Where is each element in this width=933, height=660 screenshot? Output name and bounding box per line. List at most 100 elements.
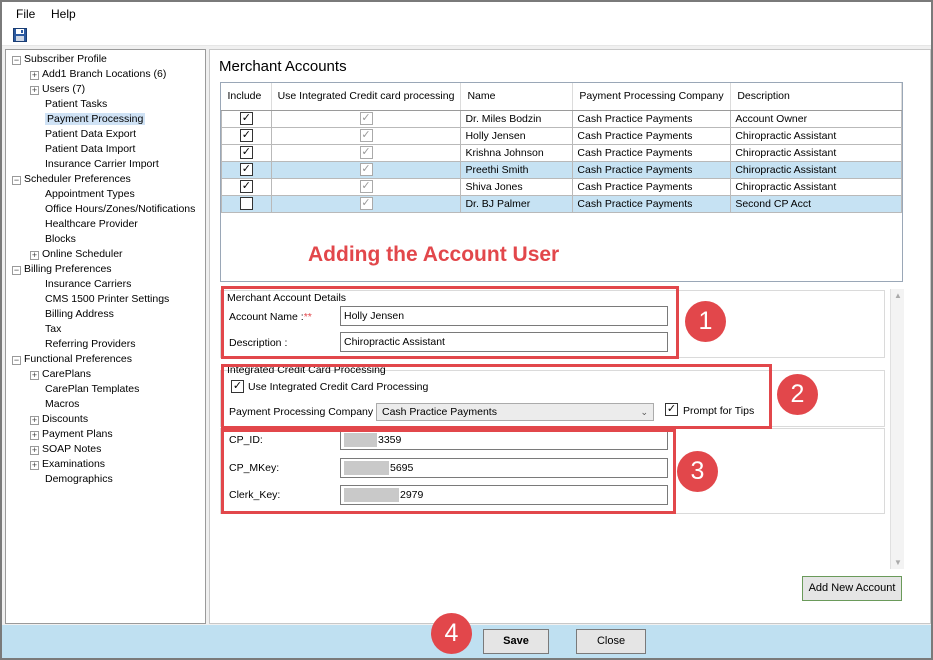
tree-item[interactable]: − Scheduler Preferences (12, 172, 131, 186)
description-cell[interactable]: Chiropractic Assistant (730, 177, 902, 196)
tree-item[interactable]: + Discounts (30, 412, 88, 426)
name-cell[interactable]: Preethi Smith (460, 160, 574, 179)
name-cell[interactable]: Dr. BJ Palmer (460, 194, 574, 213)
expand-icon[interactable]: + (30, 251, 39, 260)
integrated-cell: ✓ (270, 160, 462, 179)
integrated-cell: ✓ (270, 177, 462, 196)
tree-item[interactable]: Payment Processing (45, 112, 146, 126)
expand-icon[interactable]: + (30, 446, 39, 455)
badge-3: 3 (677, 451, 718, 492)
expand-icon[interactable]: + (30, 86, 39, 95)
include-checkbox[interactable]: ✓ (239, 129, 253, 142)
tree-item[interactable]: Healthcare Provider (45, 217, 138, 231)
name-cell[interactable]: Shiva Jones (460, 177, 574, 196)
description-cell[interactable]: Chiropractic Assistant (730, 160, 902, 179)
company-cell[interactable]: Cash Practice Payments (572, 177, 732, 196)
tree-item[interactable]: + Online Scheduler (30, 247, 123, 261)
annotation-title: Adding the Account User (308, 243, 560, 266)
include-checkbox[interactable]: ✓ (239, 180, 253, 193)
column-header-company[interactable]: Payment Processing Company (572, 83, 732, 111)
tree-item[interactable]: Insurance Carrier Import (45, 157, 159, 171)
tree-item[interactable]: Blocks (45, 232, 76, 246)
tree-item[interactable]: Billing Address (45, 307, 114, 321)
add-new-account-button[interactable]: Add New Account (802, 576, 902, 601)
table-row[interactable]: ✓ ✓ Dr. Miles Bodzin Cash Practice Payments… (221, 109, 902, 128)
tree-item[interactable]: + Examinations (30, 457, 105, 471)
column-header-include[interactable]: Include (221, 83, 272, 111)
tree-item[interactable]: Macros (45, 397, 79, 411)
company-cell[interactable]: Cash Practice Payments (572, 194, 732, 213)
tree-item-label: Scheduler Preferences (24, 173, 131, 185)
table-row[interactable]: ✓ ✓ Holly Jensen Cash Practice Payments Chir… (221, 126, 902, 145)
floppy-disk-icon[interactable] (13, 28, 27, 42)
tree-item[interactable]: Insurance Carriers (45, 277, 131, 291)
tree-item[interactable]: + Payment Plans (30, 427, 113, 441)
tree-item[interactable]: + SOAP Notes (30, 442, 101, 456)
menu-help[interactable]: Help (51, 7, 76, 21)
include-checkbox[interactable]: ✓ (239, 112, 253, 125)
close-button[interactable]: Close (576, 629, 646, 654)
tree-item-label: Billing Preferences (24, 263, 112, 275)
name-cell[interactable]: Holly Jensen (460, 126, 574, 145)
name-cell[interactable]: Dr. Miles Bodzin (460, 109, 574, 128)
annotation-box-2 (221, 364, 772, 429)
include-checkbox[interactable]: ✓ (239, 163, 253, 176)
tree-item-label: Examinations (42, 458, 106, 470)
tree-item[interactable]: − Functional Preferences (12, 352, 132, 366)
expand-icon[interactable]: + (30, 461, 39, 470)
tree-item[interactable]: Office Hours/Zones/Notifications (45, 202, 195, 216)
description-cell[interactable]: Chiropractic Assistant (730, 126, 902, 145)
company-cell[interactable]: Cash Practice Payments (572, 109, 732, 128)
toolbar (2, 24, 931, 46)
form-scrollbar[interactable]: ▲ ▼ (890, 289, 904, 569)
tree-item[interactable]: + Users (7) (30, 82, 85, 96)
company-cell[interactable]: Cash Practice Payments (572, 126, 732, 145)
collapse-icon[interactable]: − (12, 266, 21, 275)
grid-header-row: Include Use Integrated Credit card proce… (221, 83, 902, 111)
table-row[interactable]: ✓ ✓ Preethi Smith Cash Practice Payments Chi… (221, 160, 902, 179)
tree-item[interactable]: Patient Tasks (45, 97, 107, 111)
tree-item[interactable]: Patient Data Export (45, 127, 136, 141)
tree-item[interactable]: CarePlan Templates (45, 382, 139, 396)
expand-icon[interactable]: + (30, 371, 39, 380)
column-header-name[interactable]: Name (460, 83, 574, 111)
name-cell[interactable]: Krishna Johnson (460, 143, 574, 162)
table-row[interactable]: ✓ Dr. BJ Palmer Cash Practice Payments Seco… (221, 194, 902, 213)
tree-item[interactable]: CMS 1500 Printer Settings (45, 292, 169, 306)
tree-item-label: Discounts (42, 413, 89, 425)
tree-item-label: Blocks (45, 233, 76, 245)
tree-item[interactable]: Appointment Types (45, 187, 135, 201)
expand-icon[interactable]: + (30, 431, 39, 440)
collapse-icon[interactable]: − (12, 356, 21, 365)
description-cell[interactable]: Second CP Acct (730, 194, 902, 213)
include-checkbox[interactable] (239, 197, 253, 210)
column-header-integrated[interactable]: Use Integrated Credit card processing (271, 83, 462, 111)
include-cell: ✓ (221, 109, 272, 128)
include-cell: ✓ (221, 143, 272, 162)
table-row[interactable]: ✓ ✓ Krishna Johnson Cash Practice Payments C… (221, 143, 902, 162)
description-cell[interactable]: Account Owner (730, 109, 902, 128)
tree-item[interactable]: Patient Data Import (45, 142, 135, 156)
expand-icon[interactable]: + (30, 416, 39, 425)
tree-item[interactable]: + Add1 Branch Locations (6) (30, 67, 166, 81)
company-cell[interactable]: Cash Practice Payments (572, 160, 732, 179)
company-cell[interactable]: Cash Practice Payments (572, 143, 732, 162)
collapse-icon[interactable]: − (12, 176, 21, 185)
save-button[interactable]: Save (483, 629, 549, 654)
collapse-icon[interactable]: − (12, 56, 21, 65)
tree-item[interactable]: − Billing Preferences (12, 262, 112, 276)
tree-item[interactable]: + CarePlans (30, 367, 91, 381)
integrated-checkbox: ✓ (359, 146, 373, 159)
description-cell[interactable]: Chiropractic Assistant (730, 143, 902, 162)
annotation-box-3 (221, 429, 676, 514)
column-header-description[interactable]: Description (730, 83, 902, 111)
tree-item[interactable]: Demographics (45, 472, 113, 486)
expand-icon[interactable]: + (30, 71, 39, 80)
table-row[interactable]: ✓ ✓ Shiva Jones Cash Practice Payments Chiro… (221, 177, 902, 196)
integrated-cell: ✓ (270, 109, 462, 128)
tree-item[interactable]: − Subscriber Profile (12, 52, 107, 66)
include-checkbox[interactable]: ✓ (239, 146, 253, 159)
menu-file[interactable]: File (16, 7, 35, 21)
tree-item[interactable]: Tax (45, 322, 61, 336)
tree-item[interactable]: Referring Providers (45, 337, 135, 351)
